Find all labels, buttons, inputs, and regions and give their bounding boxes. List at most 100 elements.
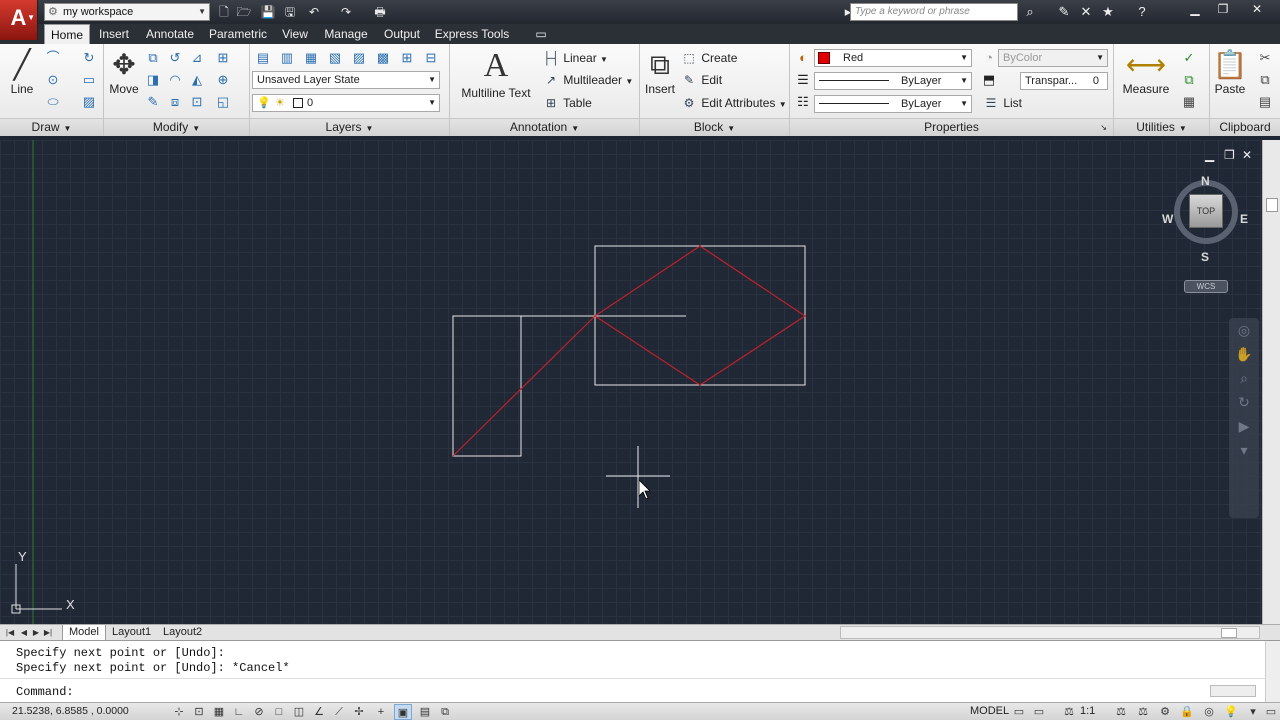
edit-attributes-button[interactable]: ⚙ Edit Attributes ▼ (680, 93, 787, 113)
polar-icon[interactable]: ⊘ (250, 704, 268, 720)
quick-view-layouts-icon[interactable]: ▭ (1010, 704, 1028, 720)
panel-title-properties[interactable]: Properties ↘ (790, 118, 1113, 136)
coordinates-readout[interactable]: 21.5238, 6.8585 , 0.0000 (12, 705, 129, 717)
tab-layout2[interactable]: Layout2 (157, 625, 208, 641)
search-input[interactable]: Type a keyword or phrase (850, 3, 1018, 21)
red-diagonal-line[interactable] (452, 315, 596, 457)
wcs-menu[interactable]: WCS (1184, 280, 1228, 293)
close-button[interactable]: ✕ (1242, 0, 1272, 20)
explode-icon[interactable]: ⊡ (188, 93, 206, 111)
transparency-toggle-icon[interactable]: ▣ (394, 704, 412, 720)
showmotion-icon[interactable]: ▶ (1229, 414, 1259, 438)
transparency-field[interactable]: Transpar... 0 (1020, 72, 1108, 90)
redo-icon[interactable]: ↷ (336, 3, 356, 21)
match-icon[interactable]: ▤ (1256, 93, 1274, 111)
transparency-icon[interactable]: ⬒ (980, 71, 998, 89)
list-button[interactable]: ☰ List (982, 93, 1022, 113)
steering-wheel-icon[interactable]: ◎ (1229, 318, 1259, 342)
insert-block-button[interactable]: ⧉ Insert (642, 48, 678, 96)
status-menu-icon[interactable]: ▾ (1244, 704, 1262, 720)
copy-icon[interactable]: ⧉ (144, 49, 162, 67)
compass-south[interactable]: S (1201, 250, 1209, 264)
cut-icon[interactable]: ✂ (1256, 49, 1274, 67)
layer-off-icon[interactable]: ⊟ (422, 49, 440, 67)
next-tab-icon[interactable]: ▶ (30, 625, 42, 641)
chamfer-icon[interactable]: ◱ (214, 93, 232, 111)
viewport-close-button[interactable]: ✕ (1242, 148, 1252, 162)
selection-cycling-icon[interactable]: ⧉ (436, 704, 454, 720)
erase-icon[interactable]: ✎ (144, 93, 162, 111)
rotate-icon[interactable]: ↺ (166, 49, 184, 67)
multiline-text-button[interactable]: A Multiline Text (458, 46, 534, 100)
isolate-objects-icon[interactable]: 💡 (1222, 704, 1240, 720)
lineweight-toggle-icon[interactable]: + (372, 704, 390, 720)
layer-state-dropdown[interactable]: Unsaved Layer State ▼ (252, 71, 440, 89)
panel-title-modify[interactable]: Modify ▼ (104, 118, 249, 136)
copy-icon[interactable]: ⧉ (1256, 71, 1274, 89)
dialog-launcher-icon[interactable]: ↘ (1100, 119, 1107, 136)
linetype-icon[interactable]: ☷ (794, 93, 812, 111)
otrack-icon[interactable]: ∠ (310, 704, 328, 720)
tab-manage[interactable]: Manage (320, 24, 372, 44)
panel-title-draw[interactable]: Draw ▼ (0, 118, 103, 136)
viewport-restore-button[interactable]: ❐ (1224, 148, 1235, 162)
tab-view[interactable]: View (276, 24, 314, 44)
save-icon[interactable]: 💾 (258, 3, 278, 21)
model-space-toggle[interactable]: MODEL (970, 705, 1009, 717)
undo-icon[interactable]: ↶ (304, 3, 324, 21)
tab-annotate[interactable]: Annotate (140, 24, 200, 44)
panel-title-clipboard[interactable]: Clipboard (1210, 118, 1280, 136)
vertical-scrollbar[interactable] (1262, 140, 1280, 624)
restore-button[interactable]: ❐ (1208, 0, 1238, 20)
edit-block-button[interactable]: ✎ Edit (680, 70, 722, 90)
annotation-scale-value[interactable]: 1:1 (1080, 705, 1095, 717)
horizontal-scrollbar[interactable] (840, 626, 1260, 639)
measure-button[interactable]: ⟷ Measure (1120, 48, 1172, 96)
zoom-icon[interactable]: ⌕ (1229, 366, 1259, 390)
linetype-dropdown[interactable]: ByLayer ▼ (814, 95, 972, 113)
lineweight-icon[interactable]: ☰ (794, 71, 812, 89)
scroll-thumb[interactable] (1266, 198, 1278, 212)
layer-icon[interactable]: ▥ (278, 49, 296, 67)
lineweight-dropdown[interactable]: ByLayer ▼ (814, 72, 972, 90)
orbit-icon[interactable]: ↻ (1229, 390, 1259, 414)
pan-icon[interactable]: ✋ (1229, 342, 1259, 366)
lock-icon[interactable]: 🔒 (1178, 704, 1196, 720)
viewcube[interactable]: TOP N S E W (1162, 174, 1248, 266)
quick-properties-icon[interactable]: ▤ (416, 704, 434, 720)
minimize-button[interactable]: ▁ (1180, 0, 1210, 20)
annotation-scale-icon[interactable]: ⚖ (1060, 704, 1078, 720)
color-dropdown[interactable]: Red ▼ (814, 49, 972, 67)
command-prompt[interactable]: Command: (16, 685, 74, 699)
multileader-button[interactable]: ↗ Multileader ▼ (542, 70, 633, 90)
hatch-icon[interactable]: ▨ (80, 93, 98, 111)
infer-constraints-icon[interactable]: ⊹ (170, 704, 188, 720)
table-button[interactable]: ⊞ Table (542, 93, 592, 113)
exchange-icon[interactable]: ✕ (1076, 2, 1096, 22)
fillet-icon[interactable]: ◠ (166, 71, 184, 89)
offset-icon[interactable]: ⧈ (166, 93, 184, 111)
tools-icon[interactable]: ✎ (1054, 2, 1074, 22)
circle-icon[interactable]: ⊙ (44, 71, 62, 89)
hardware-acceleration-icon[interactable]: ◎ (1200, 704, 1218, 720)
workspace-dropdown[interactable]: ⚙ my workspace ▼ (44, 3, 210, 21)
select-all-icon[interactable]: ⧉ (1180, 71, 1198, 89)
calculator-icon[interactable]: ▦ (1180, 93, 1198, 111)
plot-icon[interactable]: 🖶 (370, 3, 390, 21)
stretch-icon[interactable]: ◭ (188, 71, 206, 89)
new-icon[interactable]: 🗋 (214, 3, 234, 21)
tab-insert[interactable]: Insert (94, 24, 134, 44)
command-scrollbar[interactable] (1210, 685, 1256, 697)
osnap-icon[interactable]: □ (270, 704, 288, 720)
trim-icon[interactable]: ⊿ (188, 49, 206, 67)
match-properties-icon[interactable]: ◐ (794, 49, 812, 67)
last-tab-icon[interactable]: ▶| (42, 625, 54, 641)
ducs-icon[interactable]: ⟋ (330, 704, 348, 720)
layer-isolate-icon[interactable]: ▨ (350, 49, 368, 67)
drawing-canvas[interactable]: Y X (0, 140, 1262, 624)
layer-match-icon[interactable]: ▦ (302, 49, 320, 67)
compass-north[interactable]: N (1201, 174, 1210, 188)
prev-tab-icon[interactable]: ◀ (18, 625, 30, 641)
rectangle-icon[interactable]: ▭ (80, 71, 98, 89)
tab-layout1[interactable]: Layout1 (106, 625, 157, 641)
